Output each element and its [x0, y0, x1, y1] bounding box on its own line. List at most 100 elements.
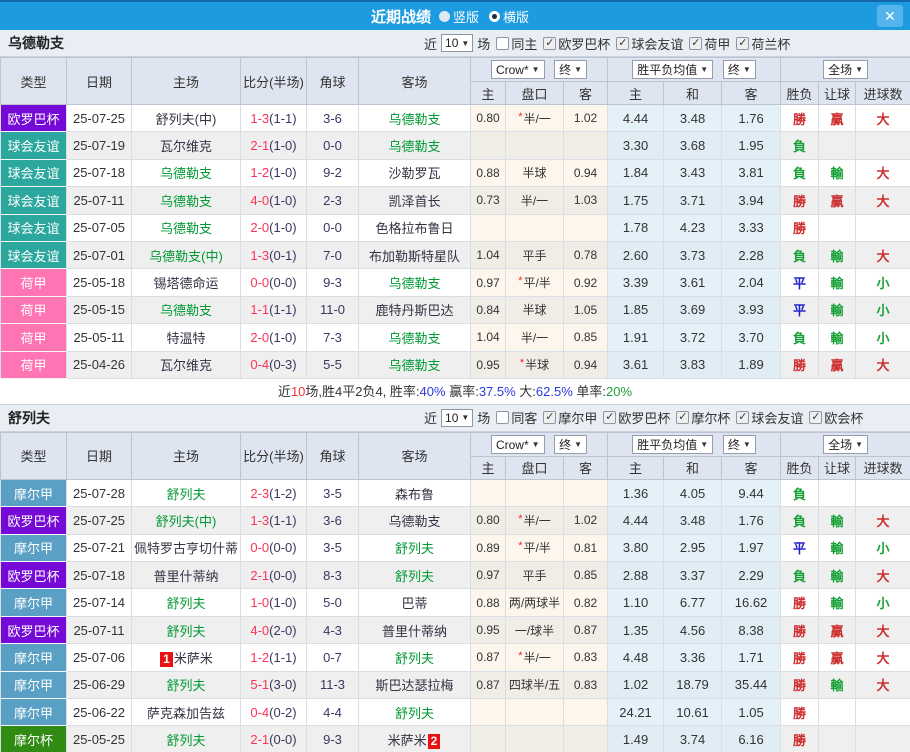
team-section-header-1: 乌德勒支 近 10 ▼ 场 同主 ✓欧罗巴杯✓球会友谊✓荷甲✓荷兰杯 [0, 30, 910, 57]
team-label: 舒列夫 [395, 651, 434, 666]
checkbox-unchecked-icon[interactable] [496, 411, 509, 424]
match-row: 荷甲25-05-18锡塔德命运0-0(0-0)9-3乌德勒支0.97*平/半0.… [1, 269, 910, 296]
handicap-result: 贏 [819, 187, 856, 214]
avg-home-odds: 24.21 [608, 699, 664, 726]
handicap-home-odds [471, 726, 506, 752]
handicap-away-odds: 0.85 [564, 562, 608, 589]
scope-select[interactable]: 全场▼ [823, 435, 868, 454]
home-team-cell: 1米萨米 [132, 644, 241, 671]
team-label: 舒列夫 [395, 706, 434, 721]
same-away-filter[interactable]: 同客 [496, 408, 537, 427]
date-cell: 25-06-29 [67, 671, 132, 698]
type-cell: 球会友谊 [1, 214, 67, 241]
result-label: 小 [877, 276, 890, 291]
handicap-result: 輸 [819, 269, 856, 296]
avg-odds-group: 胜平负均值▼ 终▼ [608, 432, 781, 456]
fulltime-result: 勝 [781, 699, 819, 726]
close-button[interactable]: ✕ [877, 5, 903, 27]
final-odds-select-2[interactable]: 终▼ [723, 60, 756, 79]
same-home-filter[interactable]: 同主 [496, 34, 537, 53]
league-filter-摩尔杯[interactable]: ✓摩尔杯 [676, 408, 730, 427]
recent-count-select[interactable]: 10 ▼ [441, 34, 473, 52]
team-label: 舒列夫 [166, 678, 205, 693]
chevron-down-icon: ▼ [855, 440, 863, 449]
checkbox-unchecked-icon[interactable] [496, 37, 509, 50]
checkbox-checked-icon[interactable]: ✓ [603, 411, 616, 424]
chevron-down-icon: ▼ [855, 65, 863, 74]
league-filter-球会友谊[interactable]: ✓球会友谊 [616, 34, 683, 53]
team-label: 舒列夫(中) [156, 112, 217, 127]
corner-cell: 5-0 [307, 589, 359, 616]
avg-away-odds: 2.28 [722, 241, 781, 268]
avg-odds-select[interactable]: 胜平负均值▼ [632, 435, 713, 454]
team-label: 舒列夫 [166, 487, 205, 502]
handicap-result [819, 132, 856, 159]
avg-draw-odds: 3.48 [664, 507, 722, 534]
avg-odds-select[interactable]: 胜平负均值▼ [632, 60, 713, 79]
fulltime-result: 勝 [781, 351, 819, 378]
checkbox-checked-icon[interactable]: ✓ [809, 411, 822, 424]
handicap-line: 半球 [506, 296, 564, 323]
league-filter-摩尔甲[interactable]: ✓摩尔甲 [543, 408, 597, 427]
league-filter-label: 球会友谊 [751, 408, 803, 427]
type-cell: 欧罗巴杯 [1, 616, 67, 643]
handicap-away-odds [564, 726, 608, 752]
crown-odds-select[interactable]: Crow*▼ [491, 435, 545, 454]
away-team-cell: 乌德勒支 [359, 324, 471, 351]
handicap-line: 平手 [506, 562, 564, 589]
col-header-score: 比分(半场) [241, 58, 307, 105]
result-label: 大 [877, 249, 890, 264]
recent-count-select[interactable]: 10 ▼ [441, 409, 473, 427]
subcol-avg-away: 客 [722, 82, 781, 105]
avg-home-odds: 4.48 [608, 644, 664, 671]
filter-games-label: 场 [477, 408, 490, 427]
radio-unselected-icon[interactable] [439, 11, 450, 22]
result-label: 勝 [793, 706, 806, 721]
team-name: 舒列夫 [0, 408, 50, 428]
layout-option-vertical[interactable]: 竖版 [439, 7, 479, 26]
checkbox-checked-icon[interactable]: ✓ [543, 411, 556, 424]
result-label: 贏 [831, 651, 844, 666]
fulltime-result: 勝 [781, 589, 819, 616]
radio-selected-icon[interactable] [489, 11, 500, 22]
corner-cell: 8-3 [307, 562, 359, 589]
checkbox-checked-icon[interactable]: ✓ [676, 411, 689, 424]
date-cell: 25-06-22 [67, 699, 132, 726]
match-row: 球会友谊25-07-05乌德勒支2-0(1-0)0-0色格拉布鲁日1.784.2… [1, 214, 910, 241]
checkbox-checked-icon[interactable]: ✓ [736, 37, 749, 50]
scope-select[interactable]: 全场▼ [823, 60, 868, 79]
home-team-cell: 锡塔德命运 [132, 269, 241, 296]
away-team-cell: 舒列夫 [359, 644, 471, 671]
handicap-line [506, 214, 564, 241]
result-label: 輸 [831, 276, 844, 291]
league-filter-荷甲[interactable]: ✓荷甲 [689, 34, 730, 53]
layout-option-horizontal[interactable]: 横版 [489, 7, 529, 26]
league-filter-球会友谊[interactable]: ✓球会友谊 [736, 408, 803, 427]
final-odds-select-2[interactable]: 终▼ [723, 435, 756, 454]
avg-draw-odds: 3.68 [664, 132, 722, 159]
result-label: 輸 [831, 249, 844, 264]
goals-result: 小 [856, 534, 910, 561]
checkbox-checked-icon[interactable]: ✓ [689, 37, 702, 50]
league-filter-欧会杯[interactable]: ✓欧会杯 [809, 408, 863, 427]
league-filter-欧罗巴杯[interactable]: ✓欧罗巴杯 [543, 34, 610, 53]
match-row: 摩尔甲25-07-28舒列夫2-3(1-2)3-5森布鲁1.364.059.44… [1, 479, 910, 506]
subcol-handicap-result: 让球 [819, 82, 856, 105]
final-odds-select[interactable]: 终▼ [554, 435, 587, 454]
handicap-home-odds: 0.95 [471, 351, 506, 378]
fulltime-result: 勝 [781, 214, 819, 241]
handicap-line: *半/一 [506, 105, 564, 132]
avg-away-odds: 1.95 [722, 132, 781, 159]
avg-home-odds: 3.80 [608, 534, 664, 561]
checkbox-checked-icon[interactable]: ✓ [616, 37, 629, 50]
checkbox-checked-icon[interactable]: ✓ [543, 37, 556, 50]
handicap-away-odds: 0.81 [564, 534, 608, 561]
checkbox-checked-icon[interactable]: ✓ [736, 411, 749, 424]
crown-odds-select[interactable]: Crow*▼ [491, 60, 545, 79]
final-odds-select[interactable]: 终▼ [554, 60, 587, 79]
handicap-line: 半球 [506, 159, 564, 186]
fulltime-result: 平 [781, 269, 819, 296]
league-filter-欧罗巴杯[interactable]: ✓欧罗巴杯 [603, 408, 670, 427]
league-filter-荷兰杯[interactable]: ✓荷兰杯 [736, 34, 790, 53]
away-team-cell: 舒列夫 [359, 699, 471, 726]
